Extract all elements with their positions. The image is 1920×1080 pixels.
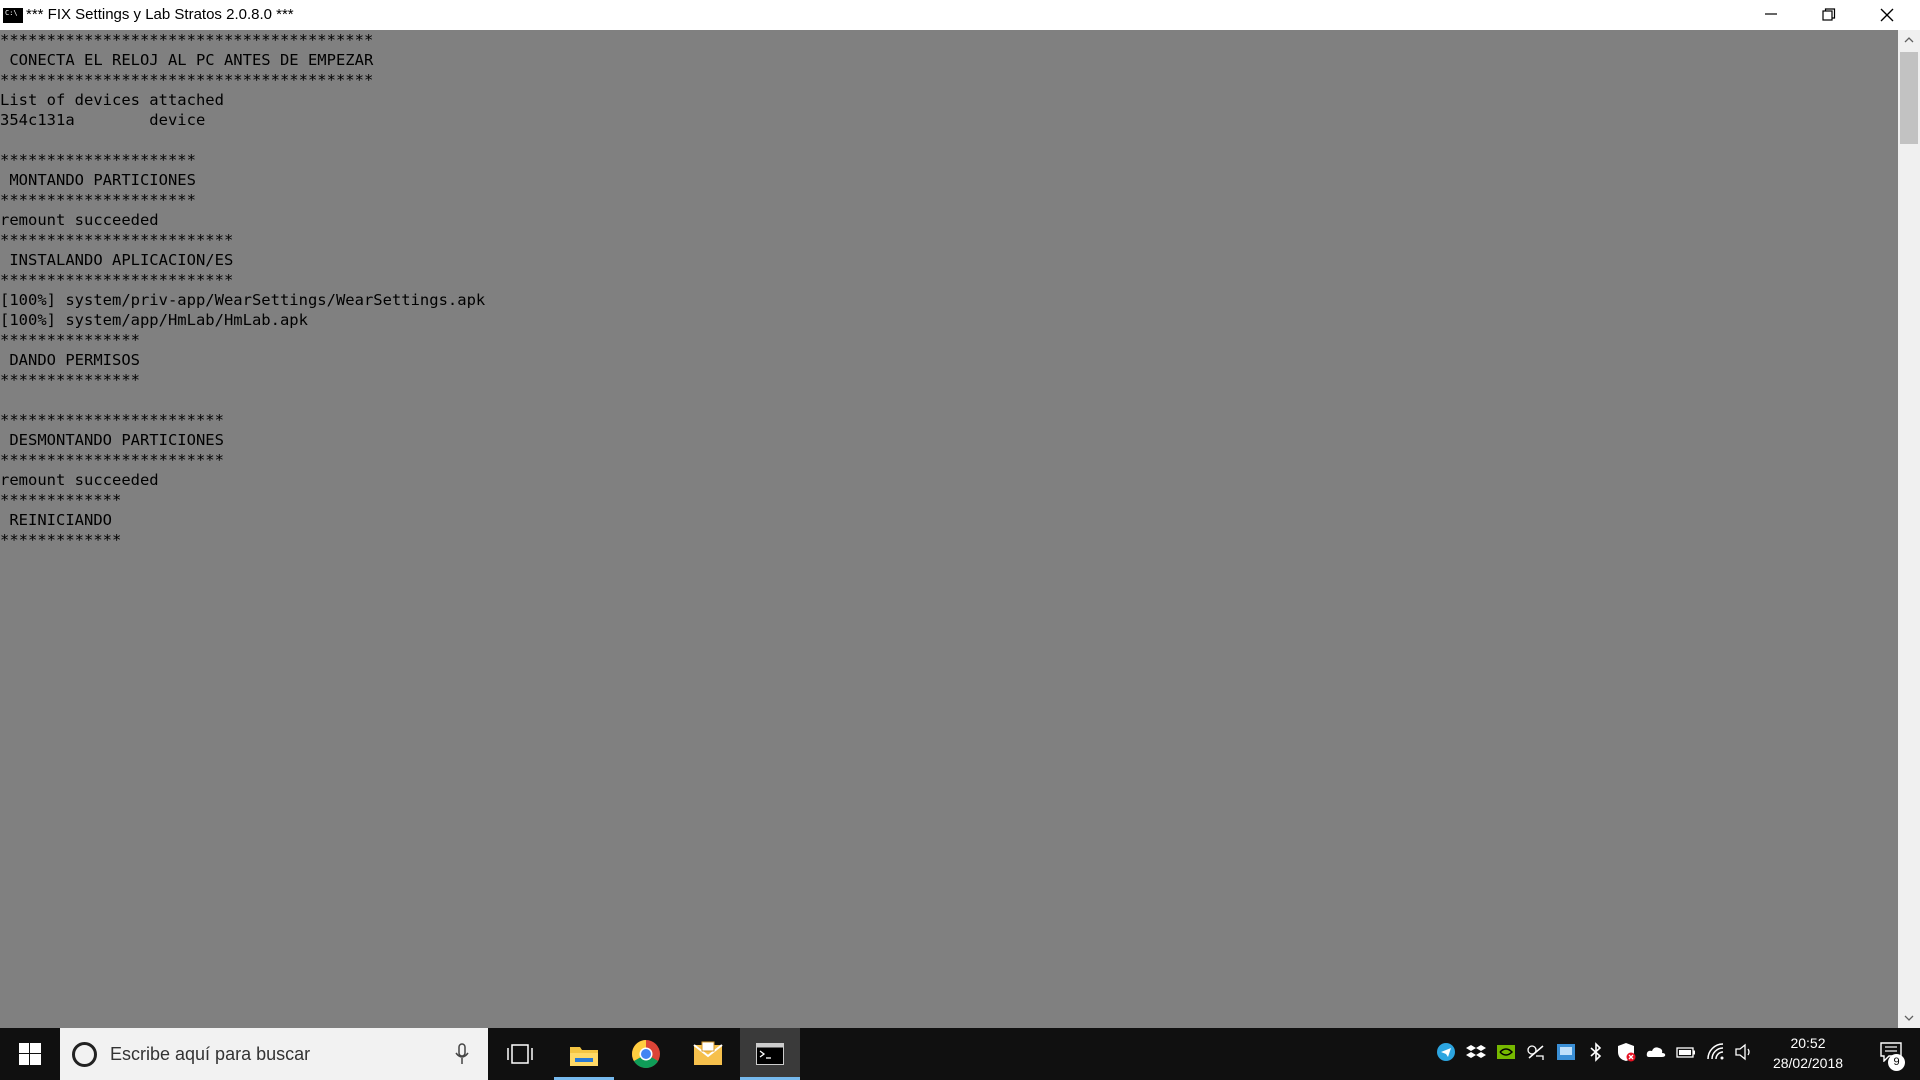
console-line: ************************ bbox=[0, 411, 224, 429]
console-line: ************************* bbox=[0, 231, 234, 249]
telegram-icon[interactable] bbox=[1436, 1042, 1456, 1064]
console-line: [100%] system/app/HmLab/HmLab.apk bbox=[0, 311, 308, 329]
title-bar[interactable]: C:\ *** FIX Settings y Lab Stratos 2.0.8… bbox=[0, 0, 1920, 30]
console-line: ************************* bbox=[0, 271, 234, 289]
cortana-icon bbox=[72, 1042, 97, 1067]
restore-button[interactable] bbox=[1800, 0, 1858, 30]
cast-icon[interactable] bbox=[1526, 1042, 1546, 1064]
console-line: INSTALANDO APLICACION/ES bbox=[0, 251, 234, 269]
restore-icon bbox=[1822, 8, 1836, 21]
clock-date: 28/02/2018 bbox=[1772, 1055, 1844, 1071]
console-line: DANDO PERMISOS bbox=[0, 351, 140, 369]
network-drive-icon[interactable] bbox=[1556, 1042, 1576, 1064]
command-prompt-app-icon[interactable]: C:\ bbox=[3, 8, 23, 23]
console-line: CONECTA EL RELOJ AL PC ANTES DE EMPEZAR bbox=[0, 51, 374, 69]
minimize-icon bbox=[1765, 13, 1777, 15]
console-line: [100%] system/priv-app/WearSettings/Wear… bbox=[0, 291, 486, 309]
chrome-button[interactable] bbox=[616, 1028, 676, 1080]
chevron-down-icon bbox=[1904, 1015, 1914, 1021]
onedrive-icon[interactable] bbox=[1646, 1042, 1666, 1064]
console-line: *************** bbox=[0, 371, 140, 389]
console-line: ********************* bbox=[0, 191, 196, 209]
console-line: ************* bbox=[0, 531, 122, 549]
task-view-button[interactable] bbox=[492, 1028, 548, 1080]
security-shield-icon[interactable] bbox=[1616, 1042, 1636, 1064]
task-view-icon bbox=[507, 1044, 533, 1064]
console-line: MONTANDO PARTICIONES bbox=[0, 171, 196, 189]
close-icon bbox=[1880, 8, 1894, 22]
clock[interactable]: 20:52 28/02/2018 bbox=[1764, 1028, 1852, 1080]
file-explorer-icon bbox=[570, 1047, 598, 1066]
microphone-icon[interactable] bbox=[455, 1043, 469, 1065]
scroll-down-button[interactable] bbox=[1898, 1008, 1920, 1028]
windows-logo-icon bbox=[19, 1043, 41, 1065]
command-prompt-icon bbox=[756, 1043, 784, 1065]
clock-time: 20:52 bbox=[1790, 1035, 1826, 1051]
window-title: *** FIX Settings y Lab Stratos 2.0.8.0 *… bbox=[26, 6, 294, 23]
console-line: **************************************** bbox=[0, 71, 374, 89]
file-explorer-button[interactable] bbox=[554, 1028, 614, 1080]
console-line: remount succeeded bbox=[0, 471, 159, 489]
console-line: *************** bbox=[0, 331, 140, 349]
console-line: ************************ bbox=[0, 451, 224, 469]
console-output[interactable]: ****************************************… bbox=[0, 30, 1898, 1028]
wifi-icon[interactable] bbox=[1706, 1042, 1726, 1064]
search-placeholder: Escribe aquí para buscar bbox=[110, 1044, 311, 1064]
console-line: REINICIANDO bbox=[0, 511, 112, 529]
console-line: 354c131a device bbox=[0, 111, 206, 129]
close-button[interactable] bbox=[1858, 0, 1916, 30]
minimize-button[interactable] bbox=[1742, 0, 1800, 30]
battery-icon[interactable] bbox=[1676, 1042, 1696, 1064]
console-line: List of devices attached bbox=[0, 91, 224, 109]
bluetooth-icon[interactable] bbox=[1586, 1042, 1606, 1064]
dropbox-icon[interactable] bbox=[1466, 1042, 1486, 1064]
console-line: DESMONTANDO PARTICIONES bbox=[0, 431, 224, 449]
notification-count-badge: 9 bbox=[1888, 1054, 1905, 1071]
chevron-up-icon bbox=[1904, 37, 1914, 43]
mail-button[interactable] bbox=[678, 1028, 738, 1080]
console-line: remount succeeded bbox=[0, 211, 159, 229]
start-button[interactable] bbox=[0, 1028, 58, 1080]
scrollbar-thumb[interactable] bbox=[1900, 52, 1918, 144]
action-center-button[interactable]: 9 bbox=[1866, 1028, 1920, 1080]
mail-icon bbox=[693, 1041, 723, 1065]
console-line: ************* bbox=[0, 491, 122, 509]
search-box[interactable]: Escribe aquí para buscar bbox=[60, 1028, 488, 1080]
command-prompt-button[interactable] bbox=[740, 1028, 800, 1080]
scroll-up-button[interactable] bbox=[1898, 30, 1920, 50]
console-line: **************************************** bbox=[0, 31, 374, 49]
chrome-icon bbox=[632, 1040, 660, 1068]
vertical-scrollbar[interactable] bbox=[1898, 30, 1920, 1028]
taskbar: Escribe aquí para buscar 20:52 28/02/201… bbox=[0, 1028, 1920, 1080]
console-line: ********************* bbox=[0, 151, 196, 169]
volume-icon[interactable] bbox=[1734, 1042, 1754, 1064]
nvidia-icon[interactable] bbox=[1496, 1042, 1516, 1064]
